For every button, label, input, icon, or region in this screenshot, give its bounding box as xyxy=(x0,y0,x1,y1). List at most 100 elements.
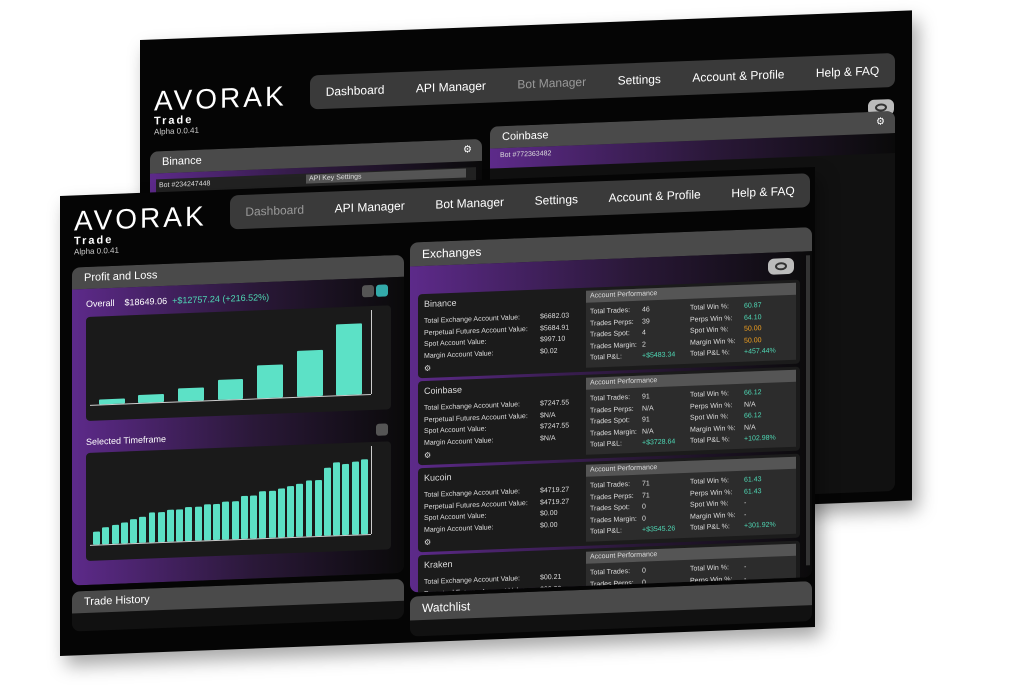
bot-id: Bot #772363482 xyxy=(500,150,552,160)
chart-bar xyxy=(314,480,322,537)
nav-bot-manager[interactable]: Bot Manager xyxy=(435,195,504,212)
chart-bar xyxy=(139,517,147,543)
chart-bar xyxy=(287,485,294,538)
win-value: +457.44% xyxy=(744,347,776,356)
chart-bar xyxy=(333,462,341,536)
perf-label: Trades Margin: xyxy=(590,428,637,438)
chart-bar xyxy=(157,512,165,543)
exchange-name: Coinbase xyxy=(424,384,463,397)
overall-value: $18649.06 xyxy=(124,295,168,308)
nav-dashboard[interactable]: Dashboard xyxy=(326,83,385,99)
chart-bar xyxy=(259,491,267,539)
nav-bot-manager[interactable]: Bot Manager xyxy=(517,75,586,92)
chart-bar xyxy=(296,483,304,537)
chart-bar xyxy=(222,501,230,540)
perf-label: Total Trades: xyxy=(590,568,631,577)
chart-bar xyxy=(257,364,283,399)
win-value: +301.92% xyxy=(744,521,776,530)
timeframe-chart xyxy=(86,441,391,562)
gear-icon[interactable]: ⚙ xyxy=(424,364,431,373)
win-value: +102.98% xyxy=(744,434,776,443)
visibility-toggle[interactable] xyxy=(768,257,794,275)
nav-settings[interactable]: Settings xyxy=(535,192,578,208)
panel-title: Coinbase xyxy=(502,129,549,144)
value: $997.10 xyxy=(540,335,566,344)
nav-dashboard[interactable]: Dashboard xyxy=(245,203,304,219)
chart-bar xyxy=(111,524,119,545)
chart-bar xyxy=(194,506,202,541)
overall-label: Overall xyxy=(86,297,115,310)
exchange-name: Kraken xyxy=(424,558,453,571)
value: $7247.55 xyxy=(540,422,570,431)
chart-bar xyxy=(336,323,363,396)
overall-chart xyxy=(86,305,391,422)
perf-label: Total P&L: xyxy=(590,440,622,449)
perf-label: Total P&L: xyxy=(590,527,622,536)
chart-bar xyxy=(217,378,244,400)
nav-account[interactable]: Account & Profile xyxy=(692,67,784,85)
panel-title: Binance xyxy=(162,154,202,169)
nav-account[interactable]: Account & Profile xyxy=(609,187,701,205)
eye-icon xyxy=(775,262,787,271)
panel-title: Trade History xyxy=(84,593,150,609)
chart-bar xyxy=(176,509,184,542)
perf-label: Trades Margin: xyxy=(590,341,637,351)
panel-title: Watchlist xyxy=(422,599,471,616)
nav-api-manager[interactable]: API Manager xyxy=(335,199,405,216)
chart-bar xyxy=(148,512,156,543)
nav-settings[interactable]: Settings xyxy=(618,72,661,88)
y-axis xyxy=(371,310,372,395)
bar-chart-icon[interactable] xyxy=(376,284,388,297)
trade-history-panel: Trade History xyxy=(72,578,404,632)
win-label: Total Win %: xyxy=(690,564,729,573)
win-label: Total P&L %: xyxy=(690,523,730,532)
exchange-card: Binance Total Exchange Account Value: Perp… xyxy=(418,279,800,379)
chart-bar xyxy=(213,503,221,541)
value: $4719.27 xyxy=(540,497,570,507)
chart-bar xyxy=(277,488,285,538)
chart-bar xyxy=(102,527,110,545)
overall-change: +$12757.24 (+216.52%) xyxy=(172,291,270,306)
chart-bar xyxy=(351,461,359,535)
exchanges-panel: Exchanges Binance Total Exchange Account … xyxy=(410,227,812,593)
chart-bar xyxy=(185,506,193,542)
win-label: Perps Win %: xyxy=(690,488,733,498)
bot-id: Bot #234247448 xyxy=(159,180,211,190)
y-axis xyxy=(371,446,372,535)
panel-title: Exchanges xyxy=(422,244,482,262)
nav-help[interactable]: Help & FAQ xyxy=(731,184,794,200)
line-chart-icon[interactable] xyxy=(362,284,374,298)
nav-api-manager[interactable]: API Manager xyxy=(416,79,486,96)
gear-icon[interactable]: ⚙ xyxy=(876,111,885,133)
win-label: Perps Win %: xyxy=(690,314,733,324)
exchange-card: Kucoin Total Exchange Account Value: Perpe… xyxy=(418,453,800,553)
timeframe-label: Selected Timeframe xyxy=(86,433,167,448)
chart-bar xyxy=(250,495,258,539)
chart-bar xyxy=(240,496,248,540)
gear-icon[interactable]: ⚙ xyxy=(463,139,472,161)
pnl-panel: Profit and Loss Overall $18649.06 +$1275… xyxy=(72,254,404,586)
gear-icon[interactable]: ⚙ xyxy=(424,451,431,460)
chart-bar xyxy=(93,531,101,545)
value: $0.00 xyxy=(540,521,558,530)
exchange-card: Coinbase Total Exchange Account Value: Per… xyxy=(418,366,800,466)
scrollbar[interactable] xyxy=(806,255,810,566)
chart-bar xyxy=(120,522,128,544)
chart-bar xyxy=(360,459,368,535)
exchange-name: Binance xyxy=(424,297,457,310)
perf-label: Trades Margin: xyxy=(590,515,637,525)
win-value: - xyxy=(744,563,747,571)
chart-bar xyxy=(203,503,211,541)
gear-icon[interactable]: ⚙ xyxy=(424,538,431,547)
value: $6682.03 xyxy=(540,312,570,321)
logo: AVORAK Trade Alpha 0.0.41 xyxy=(154,80,287,137)
perf-value: +$5483.34 xyxy=(642,351,676,360)
value: $7247.55 xyxy=(540,399,570,408)
back-nav: Dashboard API Manager Bot Manager Settin… xyxy=(310,52,895,110)
nav-help[interactable]: Help & FAQ xyxy=(816,64,879,80)
exchange-name: Kucoin xyxy=(424,471,452,484)
value: $00.21 xyxy=(540,573,562,582)
calendar-icon[interactable] xyxy=(376,423,388,436)
perf-value: 0 xyxy=(642,567,646,575)
front-window: AVORAK Trade Alpha 0.0.41 Dashboard API Ma… xyxy=(60,166,815,656)
